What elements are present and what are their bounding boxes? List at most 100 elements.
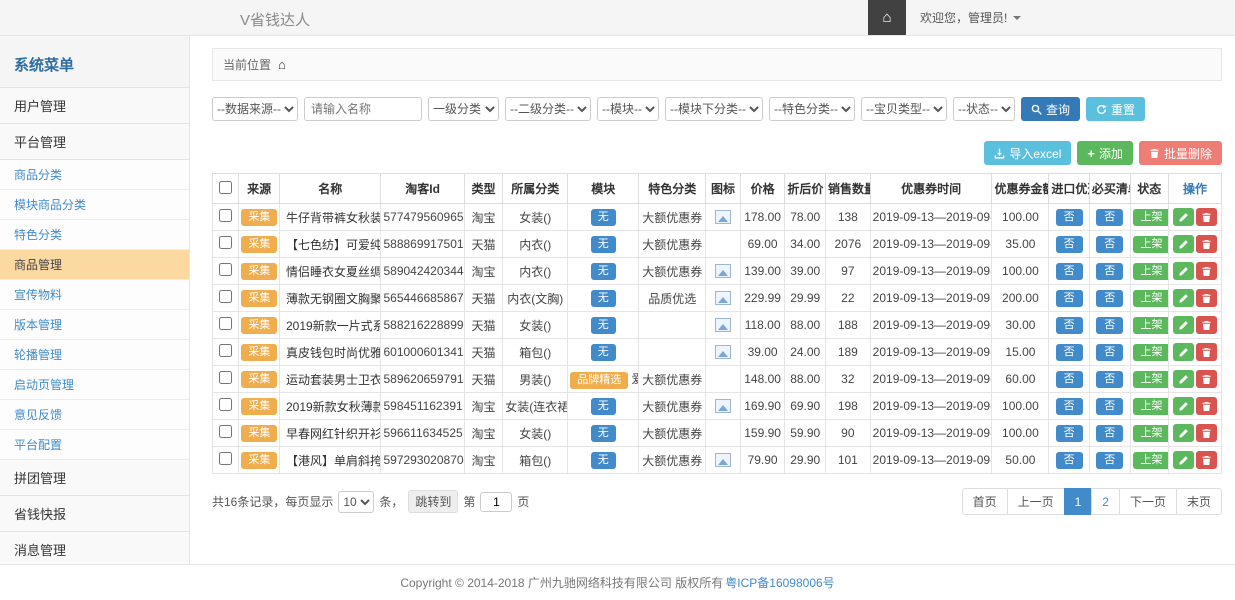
row-checkbox[interactable]	[219, 371, 232, 384]
status-badge[interactable]: 上架	[1133, 425, 1169, 442]
row-checkbox[interactable]	[219, 209, 232, 222]
must-buy-toggle-button[interactable]: 否	[1096, 452, 1123, 469]
edit-button[interactable]	[1173, 235, 1194, 253]
status-badge[interactable]: 上架	[1133, 236, 1169, 253]
batch-delete-button[interactable]: 批量删除	[1139, 141, 1222, 165]
edit-button[interactable]	[1173, 208, 1194, 226]
status-badge[interactable]: 上架	[1133, 290, 1169, 307]
must-buy-toggle-button[interactable]: 否	[1096, 371, 1123, 388]
imported-toggle-button[interactable]: 否	[1056, 344, 1083, 361]
sidebar-item[interactable]: 宣传物料	[0, 280, 189, 310]
sidebar-item[interactable]: 用户管理	[0, 88, 189, 124]
edit-button[interactable]	[1173, 343, 1194, 361]
delete-button[interactable]	[1196, 424, 1217, 442]
sidebar-item[interactable]: 拼团管理	[0, 460, 189, 496]
pager-page-button[interactable]: 2	[1091, 488, 1120, 515]
edit-button[interactable]	[1173, 262, 1194, 280]
row-checkbox[interactable]	[219, 263, 232, 276]
imported-toggle-button[interactable]: 否	[1056, 236, 1083, 253]
filter-select[interactable]: --特色分类--	[769, 97, 855, 121]
sidebar-item[interactable]: 省钱快报	[0, 496, 189, 532]
sidebar-item[interactable]: 意见反馈	[0, 400, 189, 430]
must-buy-toggle-button[interactable]: 否	[1096, 317, 1123, 334]
user-menu[interactable]: 欢迎您，管理员!	[906, 0, 1035, 35]
status-badge[interactable]: 上架	[1133, 209, 1169, 226]
home-button[interactable]: ⌂	[868, 0, 906, 35]
sidebar-item[interactable]: 商品管理	[0, 250, 189, 280]
edit-button[interactable]	[1173, 370, 1194, 388]
must-buy-toggle-button[interactable]: 否	[1096, 236, 1123, 253]
sidebar-item[interactable]: 特色分类	[0, 220, 189, 250]
delete-button[interactable]	[1196, 316, 1217, 334]
search-button[interactable]: 查询	[1021, 97, 1080, 121]
status-badge[interactable]: 上架	[1133, 263, 1169, 280]
status-badge[interactable]: 上架	[1133, 317, 1169, 334]
imported-toggle-button[interactable]: 否	[1056, 398, 1083, 415]
edit-button[interactable]	[1173, 397, 1194, 415]
filter-select[interactable]: 一级分类	[428, 97, 499, 121]
sidebar-item[interactable]: 商品分类	[0, 160, 189, 190]
filter-select[interactable]: --宝贝类型--	[861, 97, 947, 121]
must-buy-toggle-button[interactable]: 否	[1096, 290, 1123, 307]
must-buy-toggle-button[interactable]: 否	[1096, 398, 1123, 415]
sidebar-item[interactable]: 版本管理	[0, 310, 189, 340]
filter-select[interactable]: --二级分类--	[505, 97, 591, 121]
pager-nav-button[interactable]: 上一页	[1007, 488, 1065, 515]
must-buy-toggle-button[interactable]: 否	[1096, 209, 1123, 226]
must-buy-toggle-button[interactable]: 否	[1096, 263, 1123, 280]
add-button[interactable]: + 添加	[1077, 141, 1133, 165]
delete-button[interactable]	[1196, 451, 1217, 469]
filter-select[interactable]: --状态--	[953, 97, 1015, 121]
row-checkbox[interactable]	[219, 452, 232, 465]
jump-button[interactable]: 跳转到	[408, 490, 458, 513]
imported-toggle-button[interactable]: 否	[1056, 317, 1083, 334]
delete-button[interactable]	[1196, 370, 1217, 388]
status-badge[interactable]: 上架	[1133, 452, 1169, 469]
sidebar-item[interactable]: 平台管理	[0, 124, 189, 160]
sidebar-item[interactable]: 平台配置	[0, 430, 189, 460]
pager-nav-button[interactable]: 末页	[1176, 488, 1222, 515]
imported-toggle-button[interactable]: 否	[1056, 425, 1083, 442]
delete-button[interactable]	[1196, 235, 1217, 253]
must-buy-toggle-button[interactable]: 否	[1096, 344, 1123, 361]
row-checkbox[interactable]	[219, 344, 232, 357]
reset-button[interactable]: 重置	[1086, 97, 1145, 121]
jump-page-input[interactable]	[480, 492, 512, 512]
filter-select[interactable]: --模块下分类--	[665, 97, 763, 121]
icp-link[interactable]: 粤ICP备16098006号	[725, 574, 834, 591]
name-search-input[interactable]	[304, 97, 422, 121]
row-checkbox[interactable]	[219, 290, 232, 303]
import-excel-button[interactable]: 导入excel	[984, 141, 1071, 165]
status-badge[interactable]: 上架	[1133, 371, 1169, 388]
status-badge[interactable]: 上架	[1133, 344, 1169, 361]
imported-toggle-button[interactable]: 否	[1056, 290, 1083, 307]
delete-button[interactable]	[1196, 262, 1217, 280]
imported-toggle-button[interactable]: 否	[1056, 371, 1083, 388]
row-checkbox[interactable]	[219, 236, 232, 249]
must-buy-toggle-button[interactable]: 否	[1096, 425, 1123, 442]
row-checkbox[interactable]	[219, 425, 232, 438]
delete-button[interactable]	[1196, 343, 1217, 361]
imported-toggle-button[interactable]: 否	[1056, 452, 1083, 469]
imported-toggle-button[interactable]: 否	[1056, 209, 1083, 226]
sidebar-item[interactable]: 轮播管理	[0, 340, 189, 370]
row-checkbox[interactable]	[219, 317, 232, 330]
select-all-checkbox[interactable]	[219, 181, 232, 194]
status-badge[interactable]: 上架	[1133, 398, 1169, 415]
row-checkbox[interactable]	[219, 398, 232, 411]
pager-nav-button[interactable]: 首页	[962, 488, 1008, 515]
edit-button[interactable]	[1173, 451, 1194, 469]
edit-button[interactable]	[1173, 289, 1194, 307]
sidebar-item[interactable]: 消息管理	[0, 532, 189, 564]
delete-button[interactable]	[1196, 208, 1217, 226]
pager-nav-button[interactable]: 下一页	[1119, 488, 1177, 515]
edit-button[interactable]	[1173, 316, 1194, 334]
per-page-select[interactable]: 10	[338, 491, 374, 513]
delete-button[interactable]	[1196, 289, 1217, 307]
filter-select[interactable]: --数据来源--	[212, 97, 298, 121]
pager-page-button[interactable]: 1	[1064, 488, 1093, 515]
imported-toggle-button[interactable]: 否	[1056, 263, 1083, 280]
edit-button[interactable]	[1173, 424, 1194, 442]
sidebar-item[interactable]: 模块商品分类	[0, 190, 189, 220]
filter-select[interactable]: --模块--	[597, 97, 659, 121]
